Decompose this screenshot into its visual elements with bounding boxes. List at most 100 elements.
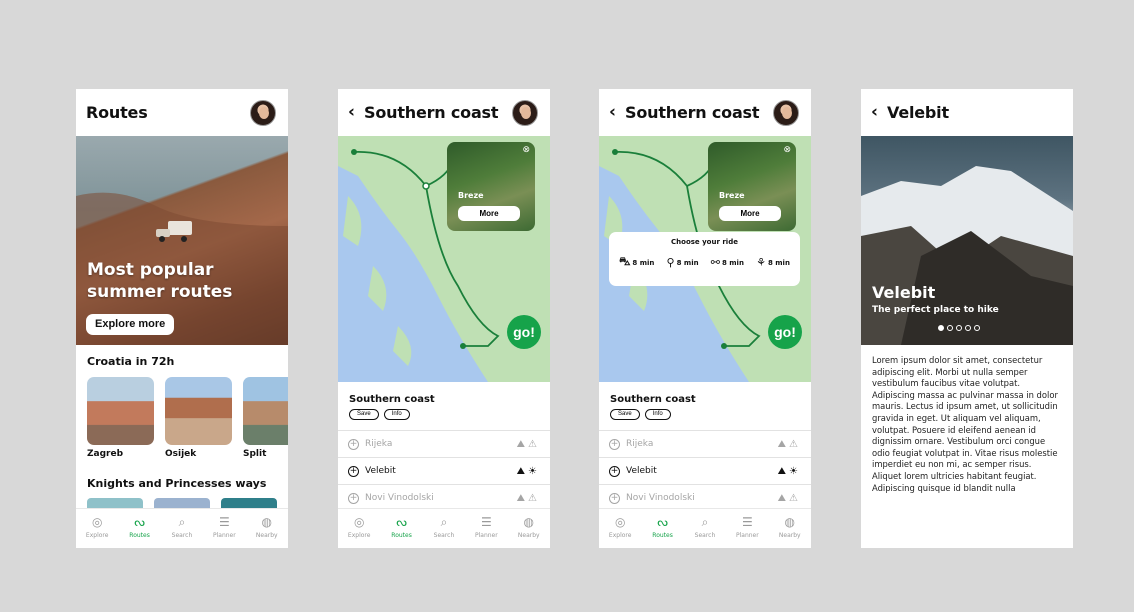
route-name: Southern coast [610,394,696,405]
ride-option-walk[interactable]: ⚘ 8 min [756,255,790,270]
tab-planner[interactable]: ☰ Planner [205,515,243,539]
header: ‹ Southern coast [599,89,811,136]
ride-option-bike[interactable]: ⚲ 8 min [667,255,699,270]
bike-icon: ⚲ [666,256,675,269]
map-icons: ⛰⚠ [516,438,540,450]
tab-search[interactable]: ⌕ Search [425,515,463,539]
tab-routes[interactable]: ᔓ Routes [644,515,682,539]
ride-title: Choose your ride [671,238,738,246]
car-icon: ⛍ [619,255,631,268]
tab-search[interactable]: ⌕ Search [163,515,201,539]
search-icon: ⌕ [701,515,709,529]
location-icon: ◍ [784,515,795,529]
save-button[interactable]: Save [610,409,640,420]
carousel-dot[interactable] [965,325,971,331]
ride-option-scooter[interactable]: ⚯ 8 min [711,255,744,270]
stop-list: + Rijeka ⛰⚠ + Velebit ⛰☀ + Novi Vinodolski ⛰⚠ [338,430,550,512]
tab-nearby[interactable]: ◍ Nearby [510,515,548,539]
tab-planner[interactable]: ☰ Planner [467,515,505,539]
card-split[interactable]: Split [243,377,288,459]
routes-screen: Routes Most popular summer routes Explor… [76,89,288,548]
back-icon[interactable]: ‹ [871,104,878,121]
tab-search[interactable]: ⌕ Search [686,515,724,539]
avatar[interactable] [773,100,799,126]
more-button[interactable]: More [458,206,520,221]
tab-explore[interactable]: ◎ Explore [601,515,639,539]
add-icon: + [348,465,359,477]
tab-routes[interactable]: ᔓ Routes [121,515,159,539]
popup-place-name: Breze [458,191,484,200]
add-icon: + [348,492,359,504]
tab-nearby[interactable]: ◍ Nearby [771,515,809,539]
go-button[interactable]: go! [768,315,802,349]
location-icon: ◍ [523,515,534,529]
list-item[interactable]: + Velebit ⛰☀ [599,458,811,485]
more-button[interactable]: More [719,206,781,221]
route-icon: ᔓ [657,515,668,529]
list-item[interactable]: + Rijeka ⛰⚠ [338,431,550,458]
tab-planner[interactable]: ☰ Planner [728,515,766,539]
city-cards: Zagreb Osijek Split [76,368,288,459]
close-icon[interactable]: ⊗ [783,146,791,155]
location-icon: ◍ [261,515,272,529]
map-icons: ⛰☀ [777,465,801,477]
velebit-screen: ‹ Velebit Velebit The perfect place to h… [861,89,1073,548]
add-icon: + [348,438,359,450]
back-icon[interactable]: ‹ [348,104,355,121]
header: ‹ Velebit [861,89,1073,136]
go-button[interactable]: go! [507,315,541,349]
carousel-dot[interactable] [938,325,944,331]
search-icon: ⌕ [178,515,186,529]
list-icon: ☰ [741,515,753,529]
header: Routes [76,89,288,136]
tab-explore[interactable]: ◎ Explore [340,515,378,539]
hero-title: Most popular summer routes [87,260,233,302]
tab-nearby[interactable]: ◍ Nearby [248,515,286,539]
map-icons: ⛰⚠ [777,438,801,450]
carousel-dot[interactable] [956,325,962,331]
compass-icon: ◎ [614,515,626,529]
description-text: Lorem ipsum dolor sit amet, consectetur … [872,355,1058,493]
list-icon: ☰ [480,515,492,529]
info-button[interactable]: Info [644,409,671,420]
route-icon: ᔓ [134,515,145,529]
place-popup[interactable]: ⊗ Breze More [708,142,796,231]
page-title: Routes [86,103,148,122]
section-title-knights: Knights and Princesses ways [87,477,267,490]
save-button[interactable]: Save [349,409,379,420]
avatar[interactable] [250,100,276,126]
compass-icon: ◎ [353,515,365,529]
route-icon: ᔓ [396,515,407,529]
knights-cards[interactable] [76,498,288,508]
close-icon[interactable]: ⊗ [522,146,530,155]
map-icons: ⛰⚠ [516,492,540,504]
tab-routes[interactable]: ᔓ Routes [383,515,421,539]
back-icon[interactable]: ‹ [609,104,616,121]
page-title: Southern coast [364,103,499,122]
search-icon: ⌕ [440,515,448,529]
info-button[interactable]: Info [383,409,410,420]
page-title: Velebit [887,103,949,122]
card-osijek[interactable]: Osijek [165,377,232,459]
ride-option-car[interactable]: ⛍ 8 min [619,255,654,270]
list-item[interactable]: + Velebit ⛰☀ [338,458,550,485]
header: ‹ Southern coast [338,89,550,136]
hero-image[interactable]: Velebit The perfect place to hike [861,136,1073,345]
carousel-dot[interactable] [974,325,980,331]
tab-explore[interactable]: ◎ Explore [78,515,116,539]
section-title-croatia: Croatia in 72h [87,355,175,368]
walk-icon: ⚘ [756,256,766,269]
hero-banner[interactable]: Most popular summer routes Explore more [76,136,288,345]
carousel-dot[interactable] [947,325,953,331]
tab-bar: ◎ Explore ᔓ Routes ⌕ Search ☰ Planner ◍ Nearb… [338,508,550,548]
add-icon: + [609,438,620,450]
place-popup[interactable]: ⊗ Breze More [447,142,535,231]
route-info: Southern coast Save Info [599,382,811,430]
avatar[interactable] [512,100,538,126]
list-item[interactable]: + Rijeka ⛰⚠ [599,431,811,458]
route-name: Southern coast [349,394,435,405]
carousel-dots [938,325,980,331]
stop-list: + Rijeka ⛰⚠ + Velebit ⛰☀ + Novi Vinodolski ⛰⚠ [599,430,811,512]
explore-more-button[interactable]: Explore more [86,314,175,335]
card-zagreb[interactable]: Zagreb [87,377,154,459]
